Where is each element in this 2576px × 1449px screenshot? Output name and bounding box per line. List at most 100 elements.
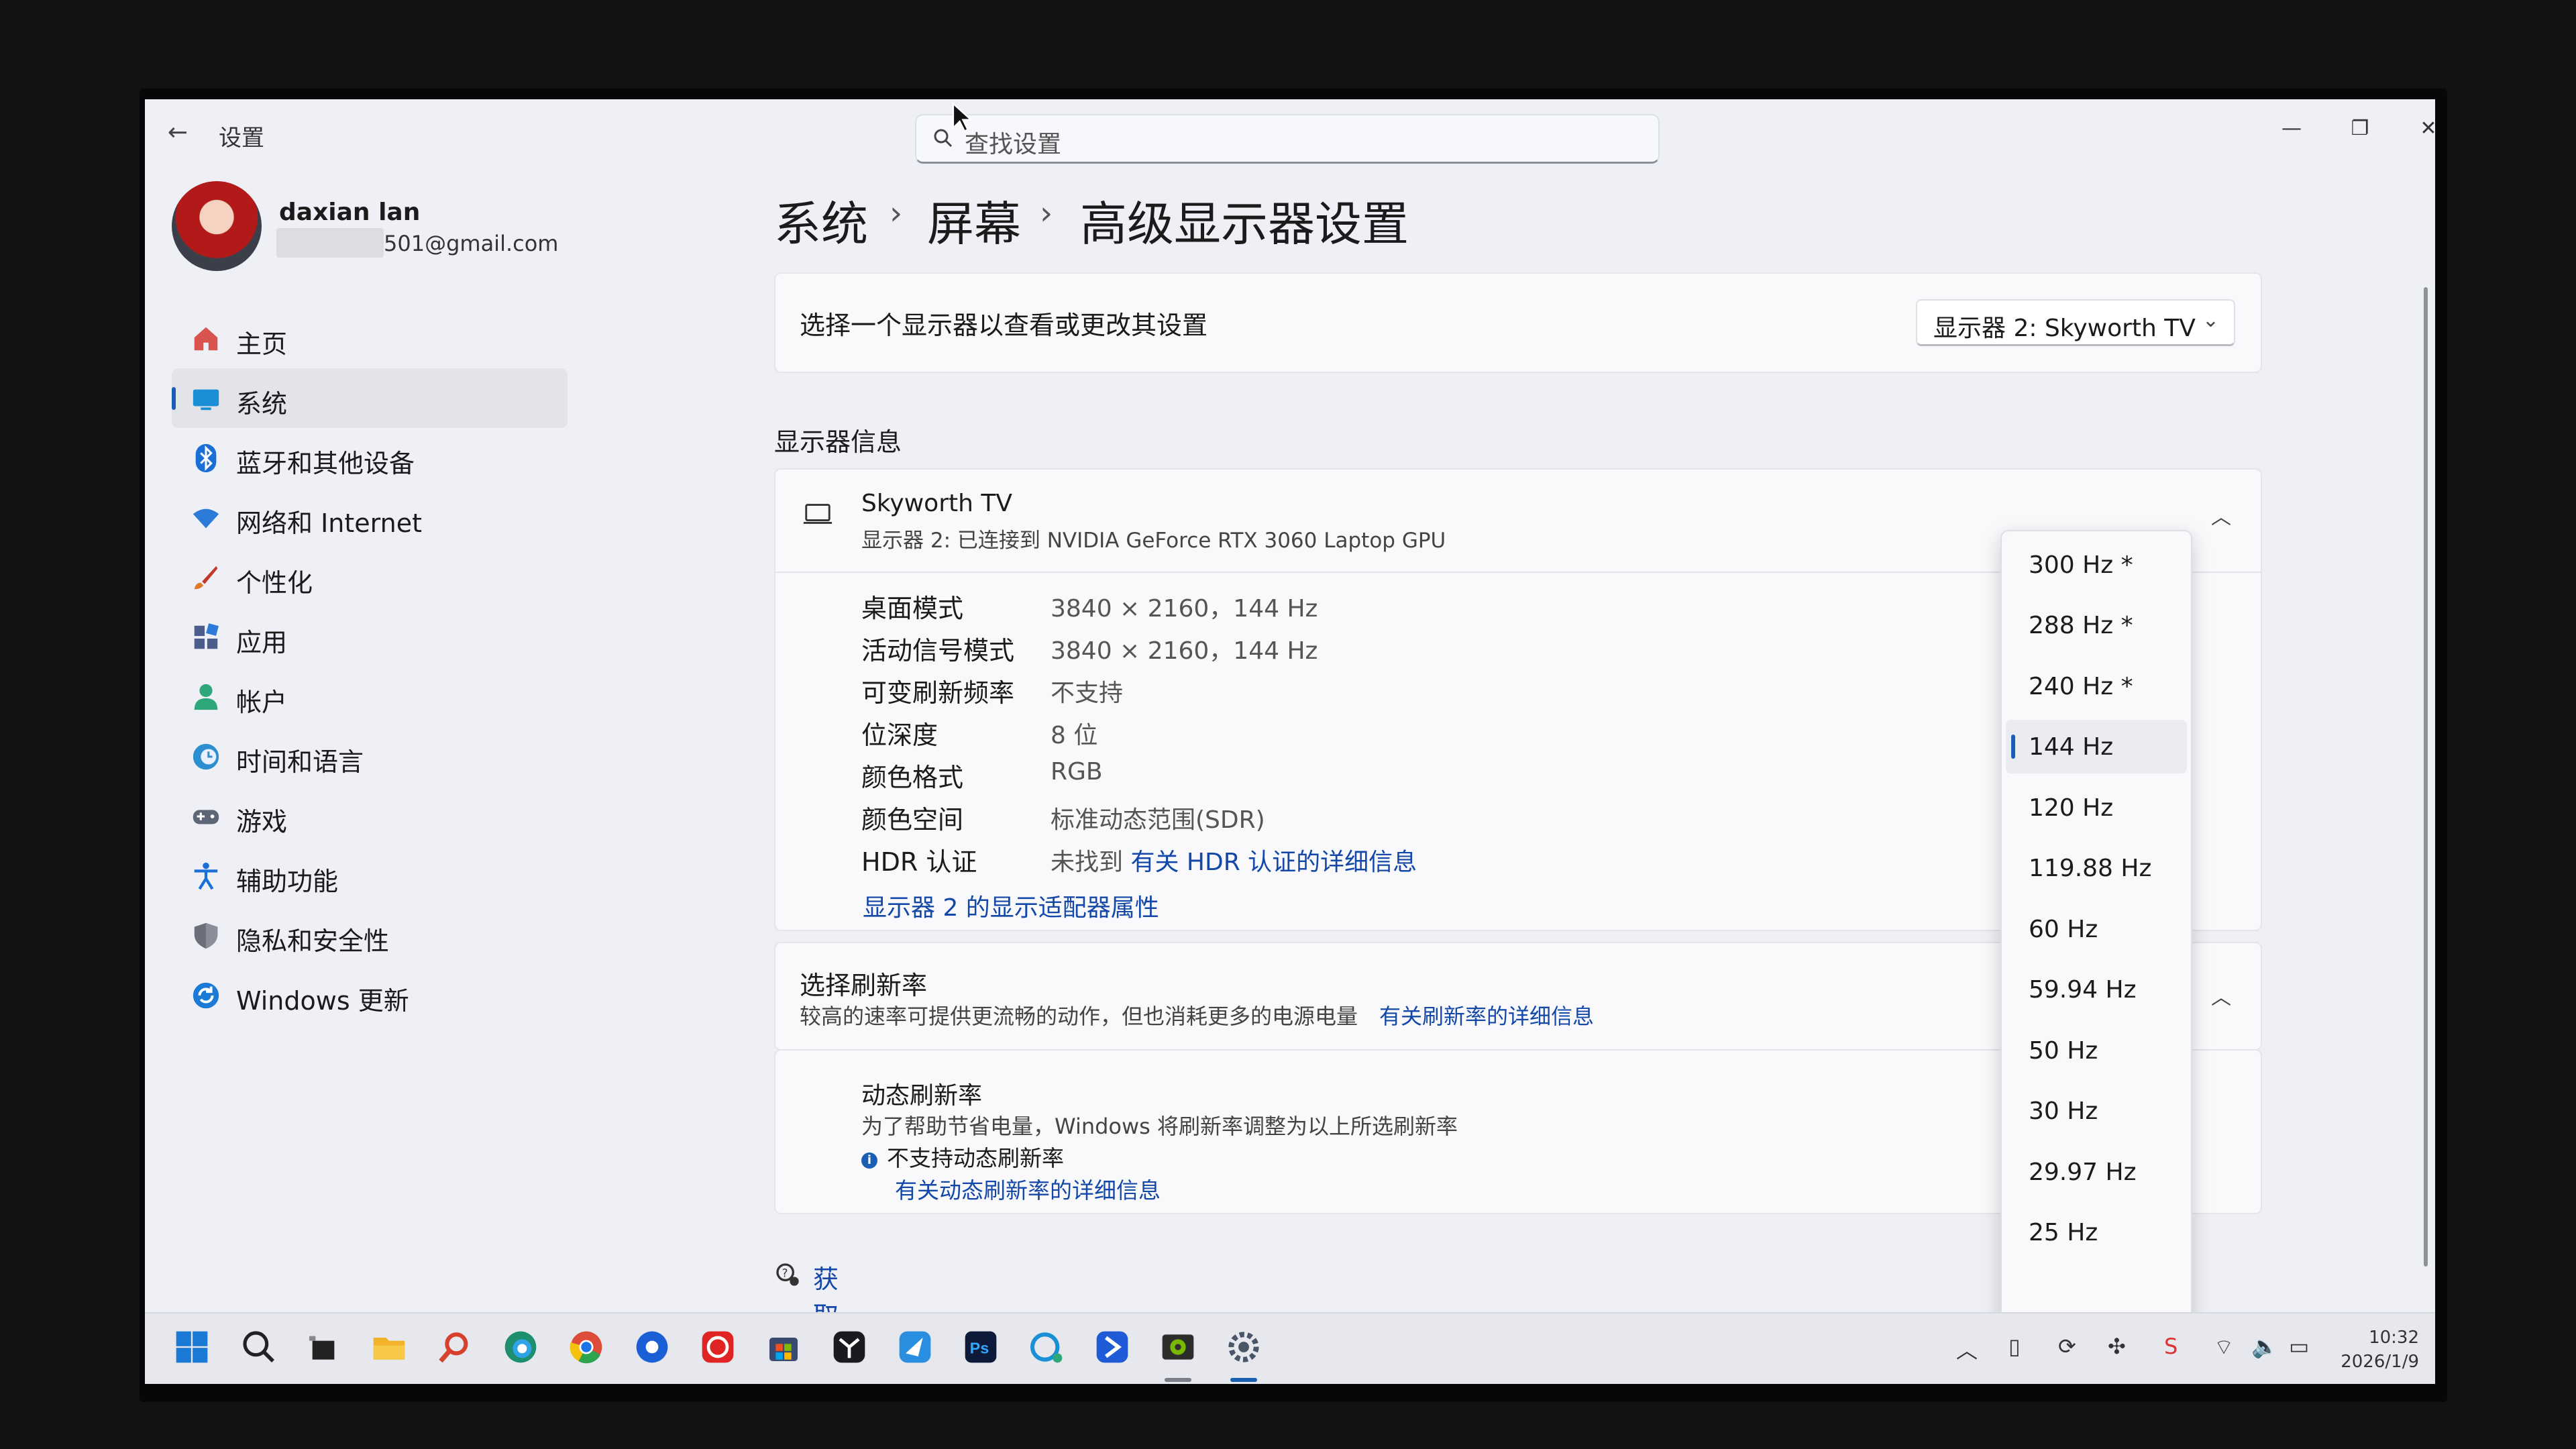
antivirus-icon[interactable]: S [2164,1334,2178,1359]
refresh-option[interactable]: 119.88 Hz [2006,841,2187,895]
tray-app-icon[interactable]: ✣ [2108,1334,2126,1359]
breadcrumb-system[interactable]: 系统 [774,186,868,254]
breadcrumb-separator: › [1040,195,1053,232]
dynamic-refresh-desc: 为了帮助节省电量，Windows 将刷新率调整为以上所选刷新率 [861,1114,1458,1139]
search-icon[interactable] [240,1328,278,1366]
chevron-down-icon: ⌄ [2202,309,2219,332]
mouse-cursor-icon [952,102,971,133]
restore-button[interactable]: ❐ [2340,114,2380,144]
battery-icon[interactable]: ▭ [2289,1334,2309,1359]
file-explorer-icon[interactable] [370,1328,408,1366]
adapter-properties-link[interactable]: 显示器 2 的显示适配器属性 [863,888,1159,923]
refresh-option[interactable]: 300 Hz * [2006,538,2187,592]
sidebar-item-apps[interactable]: 应用 [172,607,568,667]
refresh-rate-desc: 较高的速率可提供更流畅的动作，但也消耗更多的电源电量 有关刷新率的详细信息 [800,1000,1594,1030]
svg-text:Ps: Ps [970,1339,989,1356]
sidebar-item-gaming[interactable]: 游戏 [172,786,568,846]
usb-icon[interactable]: ▯ [2008,1334,2021,1359]
clock[interactable]: 10:32 2026/1/9 [2332,1326,2419,1374]
refresh-option-selected[interactable]: 144 Hz [2006,720,2187,773]
sidebar-item-personalization[interactable]: 个性化 [172,547,568,607]
laptop-icon [803,504,833,524]
selection-indicator [2011,735,2015,759]
refresh-option[interactable]: 50 Hz [2006,1024,2187,1077]
dynamic-refresh-link[interactable]: 有关动态刷新率的详细信息 [895,1173,1161,1205]
minimize-button[interactable]: — [2271,114,2312,144]
option-label: 288 Hz * [2029,612,2133,639]
app-blue2-icon[interactable] [1093,1328,1131,1366]
app-blue-icon[interactable] [633,1328,671,1366]
refresh-rate-link[interactable]: 有关刷新率的详细信息 [1379,1004,1594,1029]
close-button[interactable]: ✕ [2408,114,2435,144]
sidebar-item-label: 个性化 [236,568,313,598]
sidebar-item-privacy[interactable]: 隐私和安全性 [172,906,568,965]
refresh-option[interactable]: 25 Hz [2006,1205,2187,1259]
task-view-icon[interactable] [305,1328,342,1366]
chevron-up-icon[interactable]: ︿ [2211,500,2231,530]
photoshop-icon[interactable]: Ps [962,1328,1000,1366]
option-label: 60 Hz [2029,916,2098,943]
selection-indicator [172,387,176,410]
option-label: 50 Hz [2029,1037,2098,1065]
app-bird-icon[interactable] [896,1328,934,1366]
dynamic-refresh-title: 动态刷新率 [861,1082,983,1110]
globe-clock-icon [193,743,219,770]
option-label: 30 Hz [2029,1097,2098,1125]
refresh-option[interactable]: 120 Hz [2006,781,2187,835]
info-row-hdr: HDR 认证 未找到 有关 HDR 认证的详细信息 [775,841,1782,884]
avatar[interactable] [172,181,262,271]
info-row-bit-depth: 位深度 8 位 [775,714,1782,757]
sidebar-item-bluetooth[interactable]: 蓝牙和其他设备 [172,428,568,488]
clock-time: 10:32 [2369,1328,2419,1348]
sidebar-item-home[interactable]: 主页 [172,309,568,368]
chrome-icon[interactable] [568,1328,605,1366]
sidebar-item-label: 隐私和安全性 [236,926,390,956]
edge-icon[interactable] [502,1328,539,1366]
wifi-icon[interactable]: ⌔ [2214,1334,2234,1360]
display-dropdown[interactable]: 显示器 2: Skyworth TV ⌄ [1916,299,2235,346]
settings-icon[interactable] [1225,1328,1263,1366]
option-label: 59.94 Hz [2029,976,2137,1004]
volume-icon[interactable]: 🔈 [2251,1334,2278,1359]
app-dark-icon[interactable] [830,1328,868,1366]
update-icon [193,982,219,1009]
chevron-up-icon[interactable]: ︿ [1956,1334,1978,1364]
sidebar-item-accounts[interactable]: 帐户 [172,667,568,727]
dynamic-refresh-note: 不支持动态刷新率 [887,1145,1064,1171]
info-value: 不支持 [1051,680,1124,707]
sidebar-item-system[interactable]: 系统 [172,368,568,428]
breadcrumb-separator: › [890,195,903,232]
sidebar-item-windows-update[interactable]: Windows 更新 [172,965,568,1025]
refresh-option[interactable]: 29.97 Hz [2006,1145,2187,1199]
breadcrumb-display[interactable]: 屏幕 [927,186,1021,254]
sidebar-item-label: 时间和语言 [236,747,364,777]
chevron-up-icon[interactable]: ︿ [2211,981,2231,1010]
sidebar-item-time-language[interactable]: 时间和语言 [172,727,568,786]
scrollbar[interactable] [2424,287,2428,1267]
sidebar-item-network[interactable]: 网络和 Internet [172,488,568,547]
app-title: 设置 [219,125,264,152]
search-app-icon[interactable] [436,1328,474,1366]
refresh-option[interactable]: 60 Hz [2006,902,2187,956]
search-input[interactable]: 查找设置 [915,114,1660,164]
refresh-option[interactable]: 59.94 Hz [2006,963,2187,1016]
settings-window: ← 设置 查找设置 — ❐ ✕ daxian lan 501@gmail.com… [145,99,2435,1384]
refresh-option[interactable]: 240 Hz * [2006,659,2187,713]
start-icon[interactable] [173,1328,211,1366]
refresh-option[interactable]: 30 Hz [2006,1084,2187,1138]
app-chat-icon[interactable] [1028,1328,1065,1366]
hdr-cert-link[interactable]: 有关 HDR 认证的详细信息 [1130,849,1417,876]
sync-icon[interactable]: ⟳ [2058,1334,2076,1359]
sidebar-item-accessibility[interactable]: 辅助功能 [172,846,568,906]
info-value: 未找到 有关 HDR 认证的详细信息 [1051,843,1417,877]
back-arrow-icon[interactable]: ← [164,119,192,146]
info-key: 颜色格式 [861,763,964,792]
refresh-option[interactable]: 288 Hz * [2006,598,2187,652]
option-label: 119.88 Hz [2029,855,2152,882]
store-icon[interactable] [765,1328,802,1366]
accessibility-icon [194,862,218,890]
nvidia-icon[interactable] [1159,1328,1197,1366]
app-red-icon[interactable] [699,1328,737,1366]
gamepad-icon [193,810,219,824]
info-row-color-space: 颜色空间 标准动态范围(SDR) [775,799,1782,842]
